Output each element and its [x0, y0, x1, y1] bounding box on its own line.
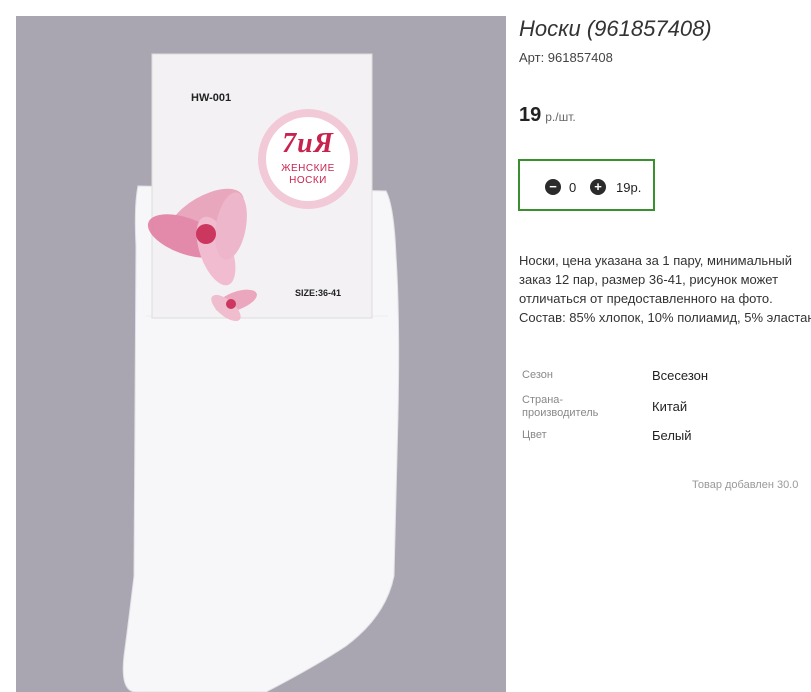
sock-illustration	[122, 53, 400, 692]
minus-circle-icon[interactable]: −	[545, 179, 561, 195]
product-image[interactable]: HW-001 7иЯ ЖЕНСКИЕ НОСКИ SIZE:36-41	[16, 16, 506, 692]
product-sku: Арт: 961857408	[519, 50, 613, 65]
spec-label: Страна-производитель	[522, 394, 599, 419]
brand-line-1: ЖЕНСКИЕ	[281, 163, 335, 174]
spec-value: Всесезон	[652, 368, 709, 383]
added-date: Товар добавлен 30.0	[692, 479, 799, 491]
spec-value: Белый	[652, 428, 692, 443]
spec-label: Сезон	[522, 369, 553, 381]
spec-value: Китай	[652, 399, 688, 414]
price-unit: р./шт.	[545, 110, 576, 124]
plus-circle-icon[interactable]: +	[590, 179, 606, 195]
quantity-stepper: − 0 + 19р.	[518, 159, 655, 211]
product-description: Носки, цена указана за 1 пару, минимальн…	[519, 253, 811, 325]
brand-line-2: НОСКИ	[289, 175, 327, 186]
packaging-size: SIZE:36-41	[295, 288, 342, 298]
packaging-code: HW-001	[191, 92, 232, 104]
brand-logo: 7иЯ	[282, 128, 334, 159]
product-title: Носки (961857408)	[519, 16, 712, 41]
product-price: 19 р./шт.	[519, 104, 576, 127]
quantity-total: 19р.	[616, 180, 642, 195]
price-value: 19	[519, 104, 542, 126]
quantity-value[interactable]: 0	[569, 180, 576, 195]
spec-label: Цвет	[522, 429, 547, 441]
